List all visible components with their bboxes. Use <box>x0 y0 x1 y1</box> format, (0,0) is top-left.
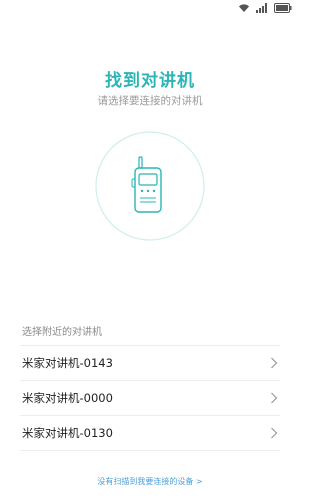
device-illustration <box>95 131 205 241</box>
walkie-talkie-icon <box>95 131 205 241</box>
page-title: 找到对讲机 <box>105 71 195 91</box>
device-name: 米家对讲机-0143 <box>22 356 113 370</box>
chevron-right-icon <box>268 427 280 439</box>
list-item[interactable]: 米家对讲机-0130 <box>20 416 280 451</box>
status-icons <box>238 3 292 13</box>
device-name: 米家对讲机-0000 <box>22 391 113 405</box>
chevron-right-icon <box>268 357 280 369</box>
device-name: 米家对讲机-0130 <box>22 426 113 440</box>
device-not-found-link[interactable]: 没有扫描到我要连接的设备 > <box>0 476 300 487</box>
status-bar <box>0 0 300 18</box>
device-list: 米家对讲机-0143 米家对讲机-0000 米家对讲机-0130 <box>20 345 280 451</box>
signal-icon <box>256 3 268 13</box>
wifi-icon <box>238 3 250 13</box>
list-item[interactable]: 米家对讲机-0000 <box>20 381 280 416</box>
list-item[interactable]: 米家对讲机-0143 <box>20 346 280 381</box>
section-label: 选择附近的对讲机 <box>22 327 102 338</box>
chevron-right-icon <box>268 392 280 404</box>
page-subtitle: 请选择要连接的对讲机 <box>97 95 203 107</box>
battery-icon <box>274 3 292 13</box>
